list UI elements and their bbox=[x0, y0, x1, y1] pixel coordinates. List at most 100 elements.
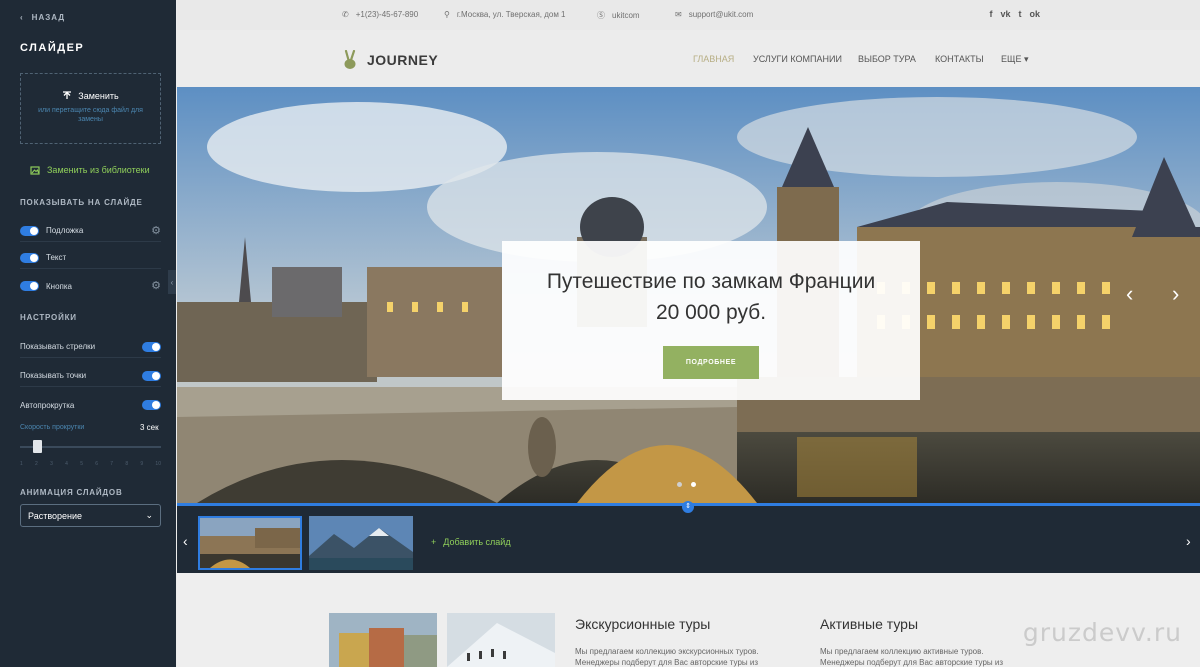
active-tours-text: Мы предлагаем коллекцию активные туров. … bbox=[820, 647, 1004, 667]
animation-value: Растворение bbox=[28, 510, 83, 521]
show-item-button: Кнопка ⚙ bbox=[20, 275, 161, 297]
skype-text: ukitcom bbox=[612, 11, 640, 20]
show-item-label: Подложка bbox=[46, 226, 84, 235]
phone-text: +1(23)-45-67-890 bbox=[355, 10, 419, 19]
speed-tick: 4 bbox=[65, 461, 68, 467]
setting-show-dots: Показывать точки bbox=[20, 365, 161, 387]
show-item-label: Кнопка bbox=[46, 281, 72, 291]
slide-title: Путешествие по замкам Франции 20 000 руб… bbox=[502, 266, 920, 328]
slide-thumbnail-2[interactable] bbox=[309, 516, 413, 570]
back-button[interactable]: ‹ НАЗАД bbox=[20, 13, 65, 22]
active-tour-image[interactable] bbox=[447, 613, 555, 667]
slide-caption-box: Путешествие по замкам Франции 20 000 руб… bbox=[502, 241, 920, 400]
nav-item-contacts[interactable]: КОНТАКТЫ bbox=[935, 54, 984, 64]
back-label: НАЗАД bbox=[31, 13, 66, 22]
tour-photo bbox=[447, 613, 555, 667]
speed-tick: 3 bbox=[50, 461, 53, 467]
slider-dots bbox=[677, 482, 696, 487]
gear-icon[interactable]: ⚙ bbox=[151, 281, 161, 292]
hero-slider[interactable]: Путешествие по замкам Франции 20 000 руб… bbox=[177, 87, 1200, 503]
site-topbar: ✆ +1(23)-45-67-890 ⚲ г.Москва, ул. Тверс… bbox=[177, 0, 1200, 30]
speed-tick: 2 bbox=[35, 461, 38, 467]
speed-tick: 10 bbox=[155, 461, 161, 467]
speed-tick: 5 bbox=[80, 461, 83, 467]
setting-label: Показывать стрелки bbox=[20, 342, 96, 351]
vk-icon[interactable]: vk bbox=[1000, 9, 1010, 19]
animation-section-label: АНИМАЦИЯ СЛАЙДОВ bbox=[20, 488, 123, 497]
topbar-address: ⚲ г.Москва, ул. Тверская, дом 1 bbox=[444, 10, 566, 19]
panel-collapse-handle[interactable]: ‹ bbox=[168, 270, 176, 294]
resize-handle-icon[interactable]: ⇕ bbox=[682, 501, 694, 513]
toggle-button[interactable] bbox=[20, 281, 39, 291]
replace-image-button[interactable]: Заменить bbox=[21, 91, 160, 101]
image-dropzone[interactable]: Заменить или перетащите сюда файл для за… bbox=[20, 73, 161, 144]
nav-item-tour-select[interactable]: ВЫБОР ТУРА bbox=[858, 54, 916, 64]
speed-label: Скорость прокрутки bbox=[20, 424, 85, 431]
slider-dot-active[interactable] bbox=[691, 482, 696, 487]
thumbs-prev-arrow-icon[interactable]: ‹ bbox=[183, 533, 188, 549]
topbar-skype: Ⓢ ukitcom bbox=[597, 10, 640, 21]
show-item-background: Подложка ⚙ bbox=[20, 220, 161, 242]
excursion-tours-title: Экскурсионные туры bbox=[575, 616, 711, 632]
replace-from-library-button[interactable]: Заменить из библиотеки bbox=[30, 165, 150, 175]
thumbs-next-arrow-icon[interactable]: › bbox=[1186, 533, 1191, 549]
caret-down-icon: ▾ bbox=[1023, 54, 1029, 64]
thumbnail-image bbox=[200, 518, 300, 568]
setting-show-arrows: Показывать стрелки bbox=[20, 336, 161, 358]
nav-item-home[interactable]: ГЛАВНАЯ bbox=[693, 54, 734, 64]
speed-slider-handle[interactable] bbox=[33, 440, 42, 453]
peace-hand-logo-icon bbox=[344, 50, 356, 69]
slider-prev-arrow-icon[interactable]: ‹ bbox=[1126, 283, 1133, 305]
site-logo[interactable]: JOURNEY bbox=[342, 50, 438, 70]
nav-item-services[interactable]: УСЛУГИ КОМПАНИИ bbox=[753, 54, 842, 64]
twitter-icon[interactable]: t bbox=[1018, 9, 1021, 19]
speed-tick: 9 bbox=[140, 461, 144, 467]
toggle-show-dots[interactable] bbox=[142, 370, 161, 381]
toggle-background[interactable] bbox=[20, 225, 39, 236]
speed-tick: 8 bbox=[125, 461, 129, 467]
upload-icon bbox=[63, 91, 72, 99]
slider-settings-panel: ‹ НАЗАД СЛАЙДЕР Заменить или перетащите … bbox=[0, 0, 176, 667]
nav-item-more[interactable]: ЕЩЕ ▾ bbox=[1001, 54, 1029, 65]
location-pin-icon: ⚲ bbox=[444, 10, 450, 19]
gear-icon[interactable]: ⚙ bbox=[151, 225, 161, 236]
details-button[interactable]: ПОДРОБНЕЕ bbox=[663, 346, 759, 379]
slider-next-arrow-icon[interactable]: › bbox=[1172, 283, 1179, 305]
speed-ticks: 1 2 3 4 5 6 7 8 9 10 bbox=[20, 461, 161, 467]
phone-icon: ✆ bbox=[342, 10, 349, 19]
slider-dot[interactable] bbox=[677, 482, 682, 487]
settings-section-label: НАСТРОЙКИ bbox=[20, 313, 77, 322]
speed-tick: 1 bbox=[20, 461, 23, 467]
setting-label: Показывать точки bbox=[20, 371, 87, 380]
toggle-show-arrows[interactable] bbox=[142, 341, 161, 352]
show-section-label: ПОКАЗЫВАТЬ НА СЛАЙДЕ bbox=[20, 198, 143, 207]
slides-thumbnail-bar: ⇕ ‹ + Добавить слайд › bbox=[177, 501, 1200, 573]
tour-photo bbox=[329, 613, 437, 667]
excursion-tour-image[interactable] bbox=[329, 613, 437, 667]
toggle-text[interactable] bbox=[20, 252, 39, 263]
watermark: gruzdevv.ru bbox=[1022, 618, 1182, 647]
topbar-phone: ✆ +1(23)-45-67-890 bbox=[342, 10, 418, 19]
speed-value: 3 сек bbox=[140, 423, 159, 432]
show-item-text: Текст bbox=[20, 247, 161, 269]
address-text: г.Москва, ул. Тверская, дом 1 bbox=[456, 10, 566, 19]
show-item-label: Текст bbox=[46, 253, 67, 262]
add-slide-label: Добавить слайд bbox=[443, 537, 511, 547]
email-text: support@ukit.com bbox=[688, 10, 754, 19]
logo-text: JOURNEY bbox=[367, 52, 439, 68]
site-navbar: JOURNEY ГЛАВНАЯ УСЛУГИ КОМПАНИИ ВЫБОР ТУ… bbox=[177, 30, 1200, 87]
slide-thumbnail-1[interactable] bbox=[198, 516, 302, 570]
animation-select[interactable]: Растворение ⌄ bbox=[20, 504, 161, 527]
chevron-down-icon: ⌄ bbox=[145, 510, 153, 520]
odnoklassniki-icon[interactable]: ok bbox=[1029, 9, 1040, 19]
thumbnail-image bbox=[309, 516, 413, 570]
social-links: f vk t ok bbox=[989, 9, 1040, 19]
speed-tick: 7 bbox=[110, 461, 114, 467]
facebook-icon[interactable]: f bbox=[989, 9, 992, 19]
add-slide-button[interactable]: + Добавить слайд bbox=[431, 537, 511, 547]
setting-label: Автопрокрутка bbox=[20, 400, 75, 410]
excursion-tours-text: Мы предлагаем коллекцию экскурсионных ту… bbox=[575, 647, 759, 667]
speed-tick: 6 bbox=[95, 461, 99, 467]
replace-label: Заменить bbox=[78, 91, 119, 101]
toggle-autoplay[interactable] bbox=[142, 400, 161, 410]
